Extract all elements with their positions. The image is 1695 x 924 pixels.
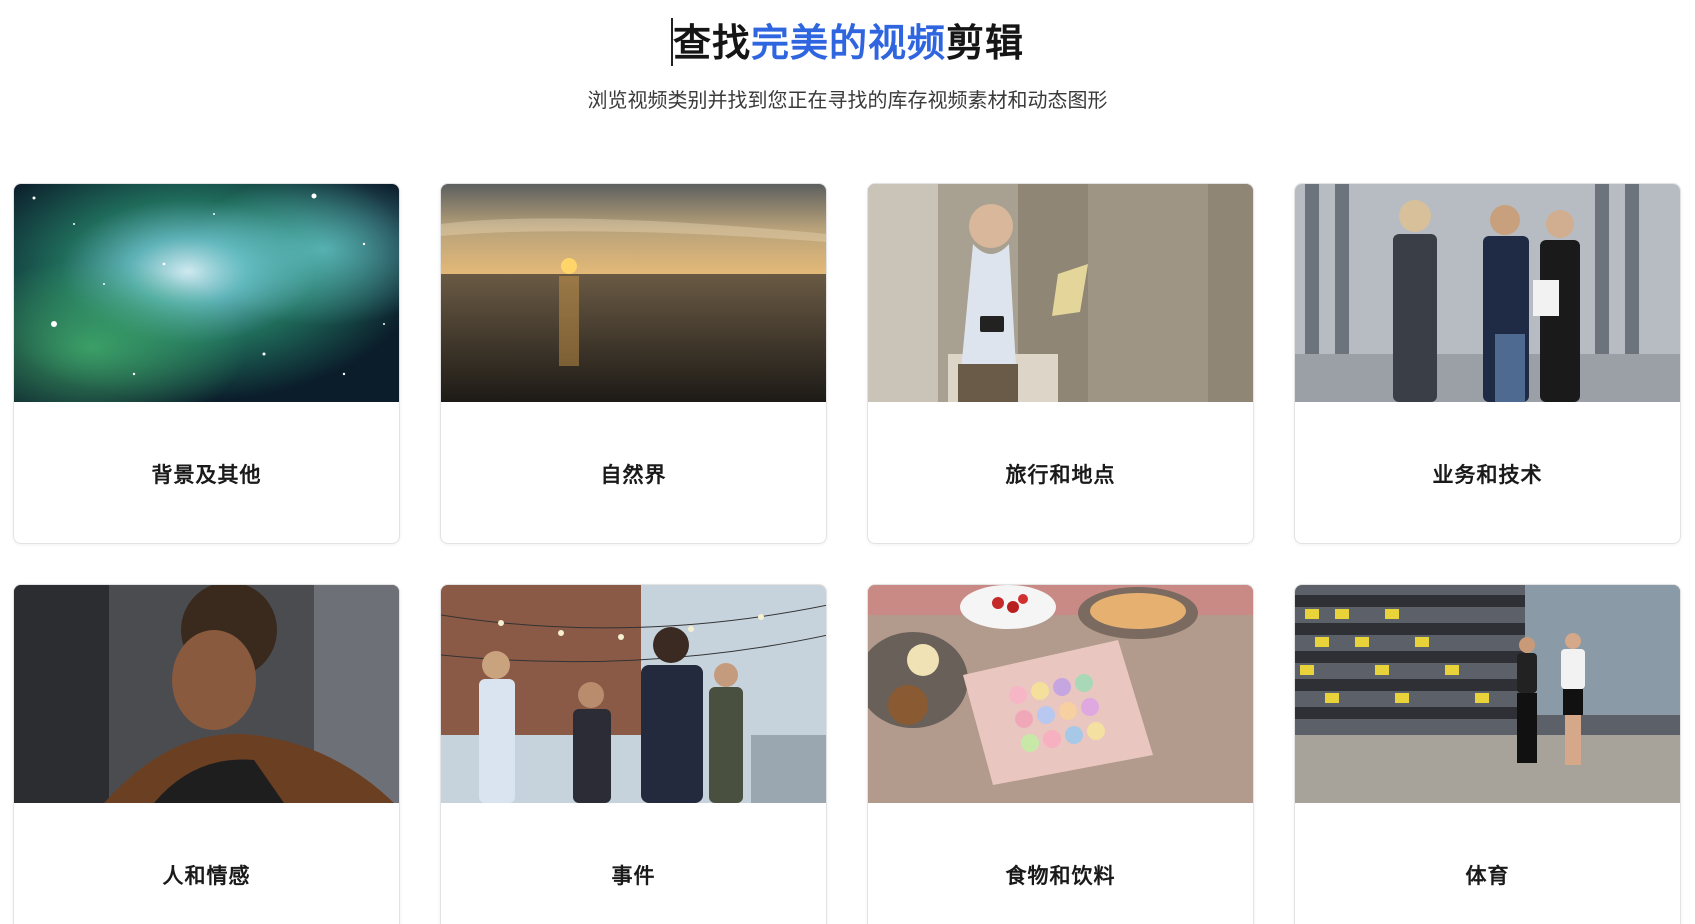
party-crowd-image [441, 585, 826, 803]
ocean-sunset-image [441, 184, 826, 402]
category-card-events[interactable]: 事件 [440, 584, 827, 924]
tourist-with-map-image [868, 184, 1253, 402]
category-label: 旅行和地点 [1005, 462, 1116, 487]
page-title: 查找完美的视频剪辑 [0, 18, 1695, 67]
category-card-people[interactable]: 人和情感 [13, 584, 400, 924]
category-label: 体育 [1465, 863, 1510, 888]
macarons-food-image [868, 585, 1253, 803]
title-suffix: 剪辑 [946, 21, 1025, 65]
category-card-travel[interactable]: 旅行和地点 [867, 183, 1254, 544]
category-label: 事件 [611, 863, 656, 888]
category-label: 食物和饮料 [1005, 863, 1116, 888]
category-card-sports[interactable]: 体育 [1294, 584, 1681, 924]
stadium-runners-image [1295, 585, 1680, 803]
woman-emotion-image [14, 585, 399, 803]
title-prefix: 查找 [672, 21, 751, 65]
business-people-image [1295, 184, 1680, 402]
title-accent: 完美的视频 [750, 21, 946, 65]
page-subtitle: 浏览视频类别并找到您正在寻找的库存视频素材和动态图形 [587, 88, 1108, 112]
category-grid: 背景及其他 自然界 旅行和地点 业务和技术 人和情感 事件 食物和饮料 体育 [13, 183, 1681, 924]
category-label: 背景及其他 [151, 462, 262, 487]
category-label: 自然界 [600, 462, 667, 487]
nebula-space-image [14, 184, 399, 402]
category-card-nature[interactable]: 自然界 [440, 183, 827, 544]
category-label: 人和情感 [162, 863, 251, 888]
category-label: 业务和技术 [1432, 462, 1543, 487]
category-card-backgrounds[interactable]: 背景及其他 [13, 183, 400, 544]
category-card-business[interactable]: 业务和技术 [1294, 183, 1681, 544]
page: 查找完美的视频剪辑 浏览视频类别并找到您正在寻找的库存视频素材和动态图形 背景及… [0, 0, 1695, 924]
category-card-food[interactable]: 食物和饮料 [867, 584, 1254, 924]
